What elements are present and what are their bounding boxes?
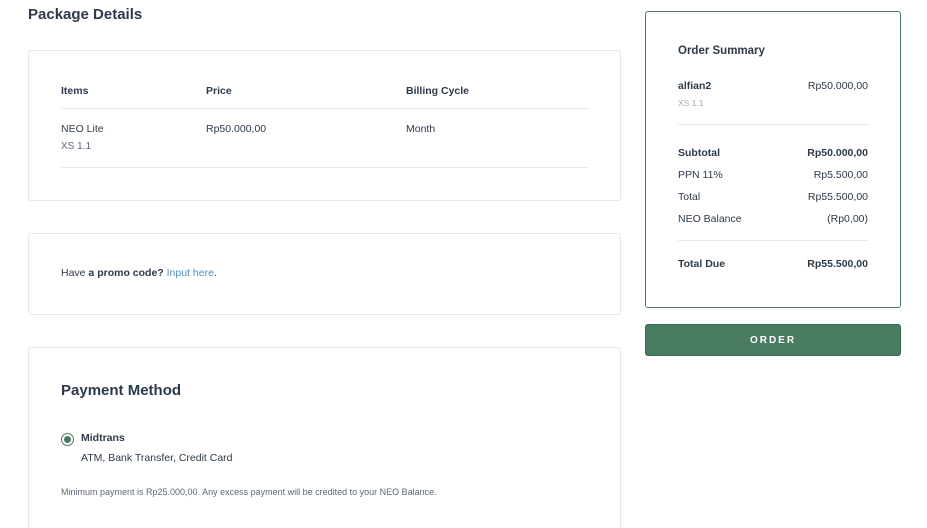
item-name: NEO Lite xyxy=(61,123,104,135)
summary-item-price: Rp50.000,00 xyxy=(807,80,868,92)
total-due-value: Rp55.500,00 xyxy=(807,258,868,270)
summary-divider xyxy=(678,124,868,125)
order-summary-title: Order Summary xyxy=(678,45,765,57)
total-due-label: Total Due xyxy=(678,258,726,270)
summary-row-value: (Rp0,00) xyxy=(827,213,868,225)
payment-method-card: Payment Method Midtrans ATM, Bank Transf… xyxy=(28,347,621,528)
table-row: NEO Lite XS 1.1 Rp50.000,00 Month xyxy=(61,109,588,168)
promo-suffix: . xyxy=(213,267,217,279)
header-items: Items xyxy=(61,85,89,97)
promo-text: Have a promo code? Input here. xyxy=(61,267,217,279)
payment-option-description: ATM, Bank Transfer, Credit Card xyxy=(81,452,233,464)
promo-prefix: Have xyxy=(61,267,86,279)
summary-row-value: Rp5.500,00 xyxy=(813,169,868,181)
summary-row-label: PPN 11% xyxy=(678,169,723,181)
summary-row-value: Rp50.000,00 xyxy=(807,147,868,159)
payment-method-title: Payment Method xyxy=(61,382,182,399)
promo-card: Have a promo code? Input here. xyxy=(28,233,621,315)
summary-row-value: Rp55.500,00 xyxy=(807,191,868,203)
summary-total-due: Total Due Rp55.500,00 xyxy=(678,258,868,270)
summary-row-neo-balance: NEO Balance (Rp0,00) xyxy=(678,208,868,230)
header-price: Price xyxy=(206,85,232,97)
summary-rows: Subtotal Rp50.000,00 PPN 11% Rp5.500,00 … xyxy=(678,142,868,230)
payment-option-name: Midtrans xyxy=(81,432,125,444)
header-billing-cycle: Billing Cycle xyxy=(406,85,470,97)
radio-selected-dot xyxy=(64,436,71,443)
summary-row-label: Subtotal xyxy=(678,147,720,159)
summary-item-variant: XS 1.1 xyxy=(678,98,704,108)
summary-item-name: alfian2 xyxy=(678,80,712,92)
summary-row-total: Total Rp55.500,00 xyxy=(678,186,868,208)
payment-radio[interactable] xyxy=(61,433,74,446)
item-billing-cycle: Month xyxy=(406,123,436,135)
package-table-header: Items Price Billing Cycle xyxy=(61,83,588,109)
payment-option-labels: Midtrans ATM, Bank Transfer, Credit Card xyxy=(81,432,233,464)
summary-row-label: Total xyxy=(678,191,701,203)
summary-item: alfian2 Rp50.000,00 XS 1.1 xyxy=(678,80,868,108)
summary-row-subtotal: Subtotal Rp50.000,00 xyxy=(678,142,868,164)
page-title: Package Details xyxy=(28,6,143,23)
summary-row-ppn: PPN 11% Rp5.500,00 xyxy=(678,164,868,186)
item-price: Rp50.000,00 xyxy=(206,123,267,135)
payment-option-midtrans[interactable]: Midtrans ATM, Bank Transfer, Credit Card xyxy=(61,432,233,464)
package-table: Items Price Billing Cycle NEO Lite XS 1.… xyxy=(61,83,588,168)
summary-divider xyxy=(678,240,868,241)
item-variant: XS 1.1 xyxy=(61,141,92,152)
payment-note: Minimum payment is Rp25.000,00. Any exce… xyxy=(61,487,437,497)
summary-row-label: NEO Balance xyxy=(678,213,742,225)
order-button[interactable]: ORDER xyxy=(645,324,901,356)
promo-input-link[interactable]: Input here xyxy=(167,267,214,279)
promo-question: a promo code? xyxy=(85,267,164,279)
summary-item-line: alfian2 Rp50.000,00 xyxy=(678,80,868,92)
order-summary-card: Order Summary alfian2 Rp50.000,00 XS 1.1… xyxy=(645,11,901,308)
item-cell: NEO Lite XS 1.1 xyxy=(61,123,206,167)
package-details-card: Items Price Billing Cycle NEO Lite XS 1.… xyxy=(28,50,621,201)
